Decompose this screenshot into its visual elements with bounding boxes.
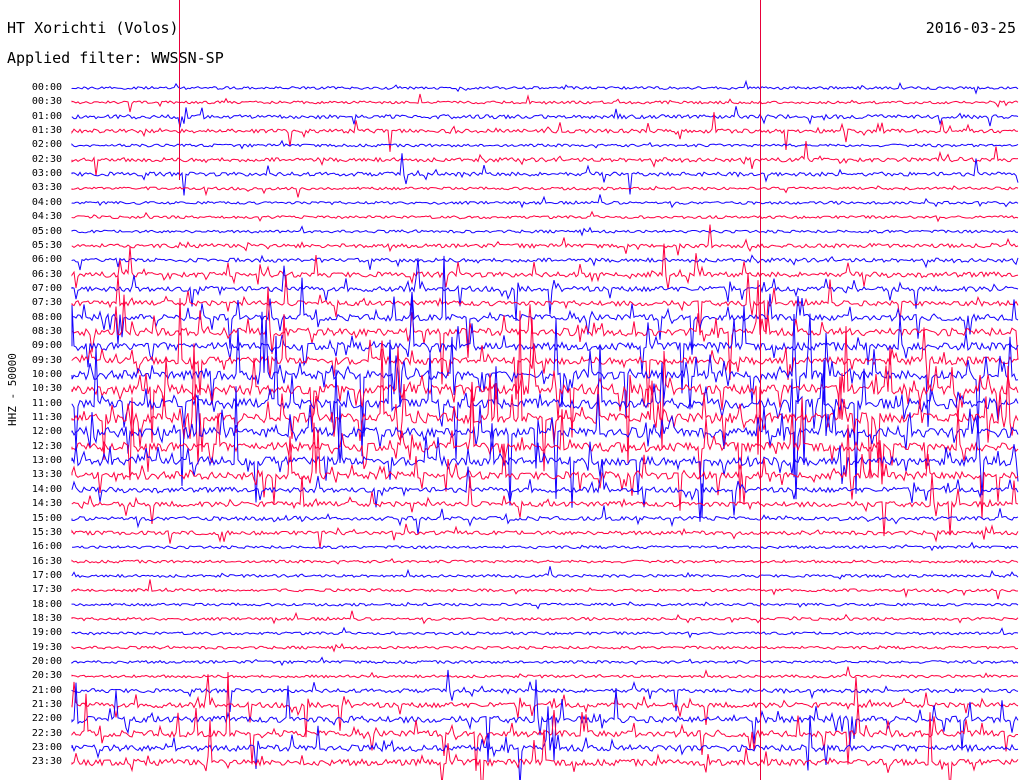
seismic-trace (71, 185, 1019, 198)
time-marker-left (179, 0, 180, 180)
seismic-trace (71, 139, 1019, 150)
seismic-trace (71, 254, 1019, 271)
seismic-trace (71, 610, 1019, 625)
seismic-trace (71, 642, 1019, 653)
seismic-trace (71, 310, 1019, 479)
seismic-trace (71, 210, 1019, 223)
seismic-trace (71, 93, 1019, 113)
seismic-trace (71, 106, 1019, 128)
seismic-trace (71, 523, 1019, 549)
seismic-trace (71, 194, 1019, 209)
seismic-trace (71, 666, 1019, 679)
seismic-trace (71, 541, 1019, 552)
seismic-trace (71, 225, 1018, 237)
seismic-trace (71, 224, 1019, 256)
seismic-trace (71, 674, 1019, 738)
seismic-trace (71, 579, 1018, 600)
seismic-trace (71, 626, 1019, 639)
seismogram-plot (71, 79, 1019, 780)
seismic-trace (71, 656, 1019, 667)
seismic-trace (71, 601, 1019, 610)
seismic-trace (71, 566, 1019, 580)
seismic-trace (71, 505, 1019, 535)
seismic-trace (71, 557, 1019, 565)
time-marker-right (760, 0, 761, 780)
seismic-trace (71, 458, 1019, 522)
seismic-trace (71, 712, 1019, 780)
seismic-trace (71, 258, 1019, 322)
seismic-trace (71, 474, 1019, 537)
seismic-trace (71, 79, 1019, 95)
seismic-trace (71, 243, 1019, 290)
seismic-trace (71, 273, 1019, 336)
